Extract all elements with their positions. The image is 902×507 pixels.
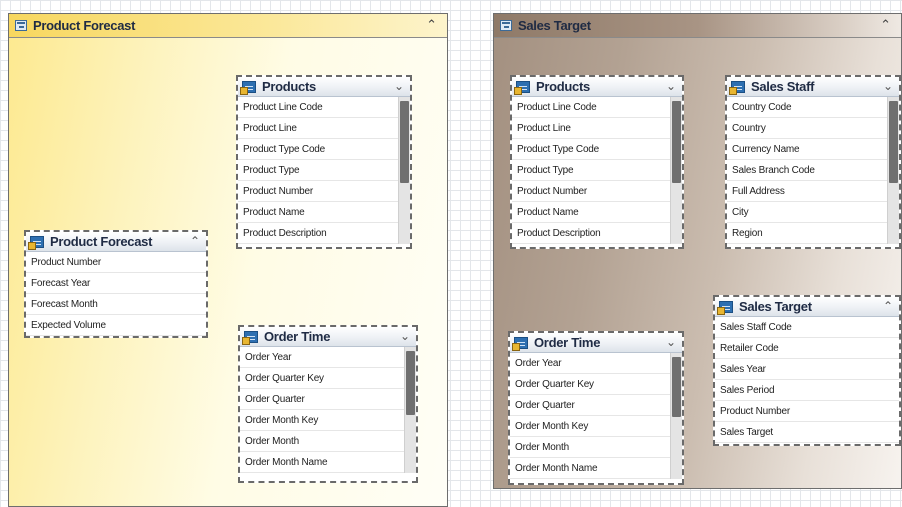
field-row[interactable]: Product Number [238,181,410,202]
field-row[interactable]: Region [727,223,899,244]
query-subject-icon [512,336,528,351]
field-row[interactable]: Product Type Code [512,139,682,160]
field-row[interactable]: Product Line [512,118,682,139]
double-chevron-up-icon[interactable]: ⌃ [880,17,891,33]
field-row[interactable]: Full Address [727,181,899,202]
field-row[interactable]: Product Type [512,160,682,181]
field-row[interactable]: Order Year [510,353,682,374]
field-row[interactable]: Product Line Code [512,97,682,118]
field-row[interactable]: Product Line [238,118,410,139]
scrollbar[interactable] [398,97,410,244]
field-row[interactable]: Sales Staff Code [715,317,899,338]
double-chevron-down-icon[interactable]: ⌄ [400,329,410,343]
double-chevron-down-icon[interactable]: ⌄ [666,335,676,349]
field-row[interactable]: Order Month [510,437,682,458]
entity-header[interactable]: Product Forecast ⌃ [26,232,206,252]
entity-title: Order Time [264,329,331,344]
field-row[interactable]: Expected Volume [26,315,206,336]
query-subject-icon [729,80,745,95]
entity-title: Sales Target [739,299,812,314]
field-row[interactable]: Country Code [727,97,899,118]
namespace-header[interactable]: Sales Target ⌃ [494,14,901,38]
scrollbar-thumb[interactable] [672,357,681,417]
double-chevron-down-icon[interactable]: ⌄ [394,79,404,93]
field-row[interactable]: Order Year [240,347,416,368]
field-row[interactable]: Product Number [26,252,206,273]
field-row[interactable]: Order Quarter Key [510,374,682,395]
query-subject-icon [514,80,530,95]
scrollbar-thumb[interactable] [672,101,681,183]
query-subject-icon [717,300,733,315]
scrollbar[interactable] [404,347,416,473]
double-chevron-down-icon[interactable]: ⌄ [666,79,676,93]
entity-header[interactable]: Products ⌄ [238,77,410,97]
entity-products[interactable]: Products ⌄ Product Line Code Product Lin… [236,75,412,249]
namespace-title: Product Forecast [33,18,136,33]
field-row[interactable]: Product Number [512,181,682,202]
field-row[interactable]: Order Month Name [240,452,416,473]
query-subject-icon [240,80,256,95]
field-row[interactable]: Product Type Code [238,139,410,160]
field-row[interactable]: Product Type [238,160,410,181]
scrollbar-thumb[interactable] [400,101,409,183]
entity-title: Sales Staff [751,79,815,94]
field-row[interactable]: Product Number [715,401,899,422]
field-row[interactable]: Sales Period [715,380,899,401]
field-row[interactable]: Order Quarter [240,389,416,410]
namespace-icon [15,20,27,31]
field-row[interactable]: Product Description [512,223,682,244]
entity-sales-staff[interactable]: Sales Staff ⌄ Country Code Country Curre… [725,75,901,249]
field-row[interactable]: Sales Branch Code [727,160,899,181]
field-row[interactable]: Sales Year [715,359,899,380]
field-row[interactable]: Currency Name [727,139,899,160]
scrollbar[interactable] [887,97,899,244]
entity-products[interactable]: Products ⌄ Product Line Code Product Lin… [510,75,684,249]
field-row[interactable]: Sales Target [715,422,899,443]
double-chevron-down-icon[interactable]: ⌄ [883,79,893,93]
field-row[interactable]: Order Month [240,431,416,452]
scrollbar[interactable] [670,97,682,244]
double-chevron-up-icon[interactable]: ⌃ [426,17,437,33]
query-subject-icon [28,235,44,250]
scrollbar-thumb[interactable] [889,101,898,183]
entity-header[interactable]: Order Time ⌄ [510,333,682,353]
entity-title: Product Forecast [50,234,153,249]
entity-header[interactable]: Sales Staff ⌄ [727,77,899,97]
field-row[interactable]: Order Month Key [510,416,682,437]
entity-order-time[interactable]: Order Time ⌄ Order Year Order Quarter Ke… [238,325,418,483]
field-row[interactable]: Order Quarter Key [240,368,416,389]
entity-header[interactable]: Products ⌄ [512,77,682,97]
entity-title: Order Time [534,335,601,350]
entity-title: Products [536,79,590,94]
namespace-icon [500,20,512,31]
field-row[interactable]: Retailer Code [715,338,899,359]
field-row[interactable]: City [727,202,899,223]
namespace-sales-target[interactable]: Sales Target ⌃ Products ⌄ Product Line C… [493,13,902,489]
namespace-title: Sales Target [518,18,591,33]
field-row[interactable]: Product Line Code [238,97,410,118]
query-subject-icon [242,330,258,345]
entity-product-forecast[interactable]: Product Forecast ⌃ Product Number Foreca… [24,230,208,338]
field-row[interactable]: Product Name [512,202,682,223]
field-row[interactable]: Country [727,118,899,139]
scrollbar[interactable] [670,353,682,479]
field-row[interactable]: Product Name [238,202,410,223]
scrollbar-thumb[interactable] [406,351,415,415]
field-row[interactable]: Order Month Name [510,458,682,479]
entity-header[interactable]: Sales Target ⌃ [715,297,899,317]
field-row[interactable]: Order Quarter [510,395,682,416]
field-row[interactable]: Forecast Month [26,294,206,315]
double-chevron-up-icon[interactable]: ⌃ [883,299,893,313]
entity-header[interactable]: Order Time ⌄ [240,327,416,347]
namespace-header[interactable]: Product Forecast ⌃ [9,14,447,38]
double-chevron-up-icon[interactable]: ⌃ [190,234,200,248]
field-row[interactable]: Product Description [238,223,410,244]
entity-title: Products [262,79,316,94]
namespace-product-forecast[interactable]: Product Forecast ⌃ Products ⌄ Product Li… [8,13,448,507]
entity-sales-target[interactable]: Sales Target ⌃ Sales Staff Code Retailer… [713,295,901,446]
field-row[interactable]: Order Month Key [240,410,416,431]
entity-order-time[interactable]: Order Time ⌄ Order Year Order Quarter Ke… [508,331,684,485]
field-row[interactable]: Forecast Year [26,273,206,294]
